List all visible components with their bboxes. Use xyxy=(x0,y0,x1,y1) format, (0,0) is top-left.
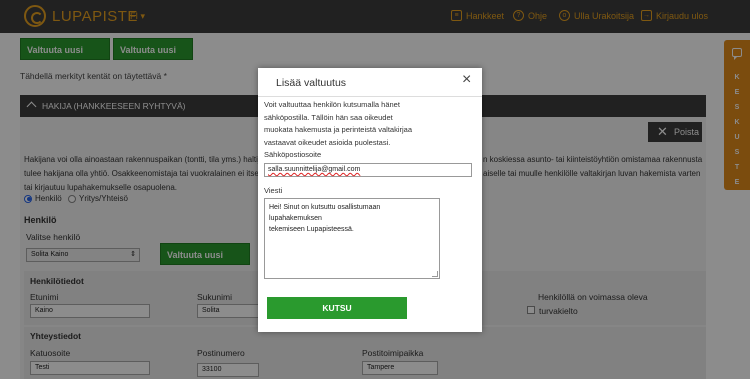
dialog-intro: Voit valtuuttaa henkilön kutsumalla häne… xyxy=(264,99,474,149)
dialog-title: Lisää valtuutus xyxy=(276,77,347,89)
close-icon[interactable]: × xyxy=(462,72,471,88)
dialog-divider xyxy=(258,96,482,97)
email-field[interactable]: salla.suunnittelija@gmail.com xyxy=(264,163,472,177)
dialog-intro-line: vastaavat oikeudet asioida puolestasi. xyxy=(264,137,391,147)
email-value: salla.suunnittelija@gmail.com xyxy=(268,166,361,173)
resize-handle-icon[interactable] xyxy=(432,271,438,277)
dialog-intro-line: Voit valtuuttaa henkilön kutsumalla häne… xyxy=(264,100,400,109)
dialog-intro-line: muokata hakemusta ja perinteistä valtaki… xyxy=(264,125,412,134)
add-authorization-dialog: Lisää valtuutus × Voit valtuuttaa henkil… xyxy=(258,68,482,332)
invite-button[interactable]: KUTSU xyxy=(267,297,407,319)
message-line: tekemiseen Lupapisteessä. xyxy=(269,226,354,233)
message-line: Hei! Sinut on kutsuttu osallistumaan lup… xyxy=(269,204,381,222)
dialog-intro-line: sähköpostilla. Tällöin hän saa oikeudet xyxy=(264,112,393,122)
message-textarea[interactable]: Hei! Sinut on kutsuttu osallistumaan lup… xyxy=(264,198,440,279)
email-label: Sähköpostiosoite xyxy=(264,150,322,159)
message-label: Viesti xyxy=(264,186,283,195)
